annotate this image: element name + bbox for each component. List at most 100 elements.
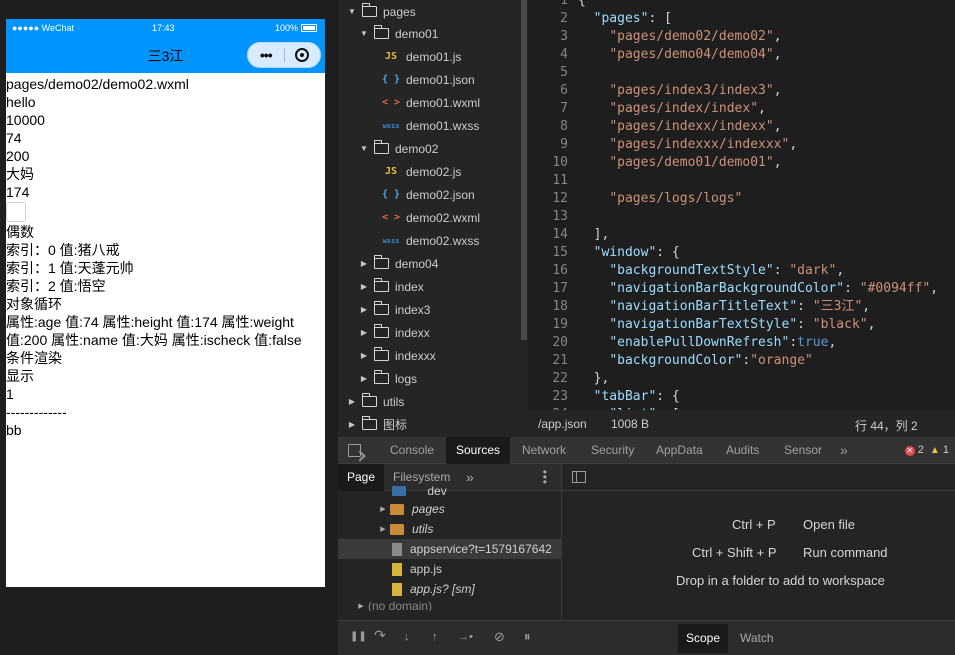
code-line[interactable]: 11: [528, 172, 578, 190]
page-text-line: 属性:age 值:74 属性:height 值:174 属性:weight: [6, 314, 294, 330]
code-line[interactable]: 22 },: [528, 370, 609, 388]
source-item-pages[interactable]: ▶ pages: [338, 499, 562, 519]
explorer-scrollbar[interactable]: [521, 0, 527, 340]
step-into-icon[interactable]: ↓: [404, 631, 410, 643]
simulator-panel: ●●●●● WeChat 17:43 100% 三3江 ••• pages/de…: [0, 0, 338, 655]
tree-file-demo02-wxss[interactable]: wxss demo02.wxss: [338, 229, 480, 252]
step-icon[interactable]: →•: [458, 631, 473, 643]
code-line[interactable]: 3 "pages/demo02/demo02",: [528, 28, 781, 46]
tree-file-demo01-wxss[interactable]: wxss demo01.wxss: [338, 114, 480, 137]
code-line[interactable]: 2 "pages": [: [528, 10, 672, 28]
tab-audits[interactable]: Audits: [716, 437, 769, 464]
code-line[interactable]: 6 "pages/index3/index3",: [528, 82, 781, 100]
more-tabs-button[interactable]: »: [834, 437, 854, 464]
tab-network[interactable]: Network: [512, 437, 576, 464]
source-item-app-js-sm[interactable]: app.js? [sm]: [338, 579, 562, 599]
issue-badges[interactable]: ✕ 2 ▲ 1: [904, 444, 949, 456]
tree-folder-index[interactable]: ▶ index: [338, 275, 424, 298]
checkbox[interactable]: [6, 202, 26, 222]
folder-icon: [362, 393, 377, 407]
tree-folder-index3[interactable]: ▶ index3: [338, 298, 430, 321]
source-item-dev[interactable]: __dev__: [338, 486, 562, 496]
code-line[interactable]: 21 "backgroundColor":"orange": [528, 352, 812, 370]
inspect-element-icon[interactable]: [348, 444, 361, 457]
tree-file-demo02-wxml[interactable]: < > demo02.wxml: [338, 206, 480, 229]
code-line[interactable]: 19 "navigationBarTextStyle": "black",: [528, 316, 875, 334]
deactivate-breakpoints-icon[interactable]: ⊘: [494, 629, 505, 645]
close-app-button[interactable]: [284, 48, 320, 62]
tab-console[interactable]: Console: [380, 437, 444, 464]
code-line[interactable]: 13: [528, 208, 578, 226]
tab-appdata[interactable]: AppData: [646, 437, 713, 464]
tree-folder-demo02[interactable]: ▼ demo02: [338, 137, 438, 160]
tree-file-demo02-js[interactable]: JS demo02.js: [338, 160, 461, 183]
pause-icon[interactable]: ❚❚: [350, 631, 367, 642]
step-over-icon[interactable]: ↷: [374, 627, 386, 644]
drop-folder-hint: Drop in a folder to add to workspace: [676, 573, 885, 588]
code-line[interactable]: 15 "window": {: [528, 244, 680, 262]
source-label: pages: [412, 502, 445, 516]
tree-file-demo01-json[interactable]: { } demo01.json: [338, 68, 475, 91]
code-line[interactable]: 17 "navigationBarBackgroundColor": "#009…: [528, 280, 938, 298]
tree-folder-icons[interactable]: ▶ 图标: [338, 413, 407, 436]
source-item-app-js[interactable]: app.js: [338, 559, 562, 579]
page-text-line: 174: [6, 184, 30, 200]
tree-file-demo01-wxml[interactable]: < > demo01.wxml: [338, 91, 480, 114]
source-item-appservice[interactable]: appservice?t=1579167642: [338, 539, 562, 559]
tab-security[interactable]: Security: [581, 437, 644, 464]
code-line[interactable]: 16 "backgroundTextStyle": "dark",: [528, 262, 844, 280]
line-number: 16: [552, 263, 568, 278]
more-menu-button[interactable]: •••: [248, 47, 284, 63]
folder-icon: [374, 301, 389, 315]
code-line[interactable]: 10 "pages/demo01/demo01",: [528, 154, 781, 172]
line-number: 22: [552, 371, 568, 386]
code-line[interactable]: 14 ],: [528, 226, 609, 244]
source-item-utils[interactable]: ▶ utils: [338, 519, 562, 539]
code-line[interactable]: 1{: [528, 0, 586, 10]
tree-folder-indexx[interactable]: ▶ indexx: [338, 321, 430, 344]
line-number: 5: [560, 65, 568, 80]
tab-watch[interactable]: Watch: [732, 624, 782, 653]
kebab-menu-icon[interactable]: • • •: [543, 466, 547, 488]
source-label: __dev__: [414, 486, 461, 496]
tree-folder-utils[interactable]: ▶ utils: [338, 390, 404, 413]
chevron-right-icon: ▶: [360, 351, 368, 360]
folder-open-icon: [362, 3, 377, 17]
editor-status-bar: /app.json 1008 B 行 44，列 2: [528, 410, 955, 437]
signal-indicator: ●●●●● WeChat: [12, 23, 75, 33]
code-editor[interactable]: 1{2 "pages": [3 "pages/demo02/demo02", 4 …: [528, 0, 955, 410]
line-number: 12: [552, 191, 568, 206]
code-text: "pages/indexx/indexx",: [609, 119, 782, 134]
tab-scope[interactable]: Scope: [678, 624, 729, 653]
code-line[interactable]: 9 "pages/indexxx/indexxx",: [528, 136, 797, 154]
tree-file-demo01-js[interactable]: JS demo01.js: [338, 45, 461, 68]
pause-on-exceptions-icon[interactable]: ⏸: [524, 629, 531, 645]
tab-sensor[interactable]: Sensor: [774, 437, 832, 464]
code-line[interactable]: 20 "enablePullDownRefresh":true,: [528, 334, 836, 352]
tab-sources[interactable]: Sources: [446, 437, 511, 464]
code-line[interactable]: 5: [528, 64, 578, 82]
battery-percent: 100%: [274, 23, 298, 33]
code-line[interactable]: 23 "tabBar": {: [528, 388, 679, 406]
tree-file-demo02-json[interactable]: { } demo02.json: [338, 183, 475, 206]
code-line[interactable]: 18 "navigationBarTitleText": "三3江",: [528, 298, 870, 316]
line-number: 17: [552, 281, 568, 296]
code-text: "pages/logs/logs": [609, 191, 743, 206]
step-out-icon[interactable]: ↑: [432, 631, 438, 643]
tree-folder-demo04[interactable]: ▶ demo04: [338, 252, 438, 275]
status-bar: ●●●●● WeChat 17:43 100%: [6, 19, 325, 37]
tree-folder-pages[interactable]: ▼ pages: [338, 0, 416, 23]
tree-label: index: [395, 279, 424, 294]
tree-folder-logs[interactable]: ▶ logs: [338, 367, 417, 390]
code-line[interactable]: 4 "pages/demo04/demo04",: [528, 46, 781, 64]
chevron-right-icon: ▶: [348, 397, 356, 406]
source-item-no-domain[interactable]: ▶ (no domain): [338, 601, 562, 611]
tree-folder-demo01[interactable]: ▼ demo01: [338, 22, 438, 45]
tree-folder-indexxx[interactable]: ▶ indexxx: [338, 344, 436, 367]
code-line[interactable]: 7 "pages/index/index",: [528, 100, 766, 118]
line-number: 14: [552, 227, 568, 242]
code-line[interactable]: 8 "pages/indexx/indexx",: [528, 118, 782, 136]
code-text: "window": {: [593, 245, 680, 260]
toggle-navigator-icon[interactable]: [572, 471, 586, 483]
code-line[interactable]: 12 "pages/logs/logs": [528, 190, 742, 208]
